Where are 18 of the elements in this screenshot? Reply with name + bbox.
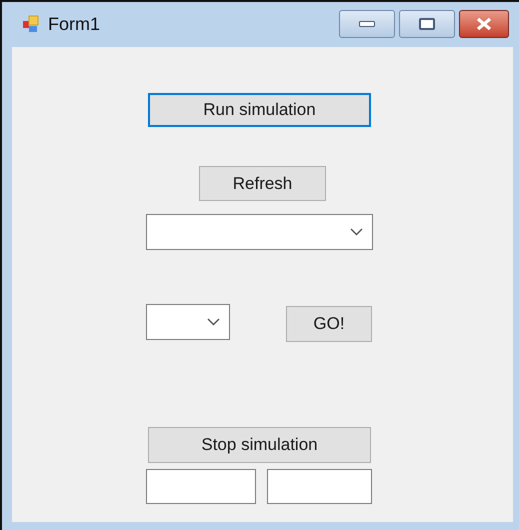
text-field[interactable]: [267, 469, 372, 504]
maximize-icon: [419, 18, 435, 30]
chevron-down-icon: [350, 228, 363, 236]
go-button[interactable]: GO!: [286, 306, 372, 342]
dropdown[interactable]: [146, 214, 373, 250]
refresh-button[interactable]: Refresh: [199, 166, 326, 201]
small-dropdown[interactable]: [146, 304, 230, 340]
app-icon: [22, 15, 40, 33]
chevron-down-icon: [207, 318, 220, 326]
text-field[interactable]: [146, 469, 256, 504]
maximize-button[interactable]: [399, 10, 455, 38]
stop-simulation-button[interactable]: Stop simulation: [148, 427, 371, 463]
window-title: Form1: [48, 12, 100, 36]
close-icon: [476, 17, 492, 31]
close-button[interactable]: [459, 10, 509, 38]
minimize-button[interactable]: [339, 10, 395, 38]
minimize-icon: [359, 21, 375, 27]
run-simulation-button[interactable]: Run simulation: [148, 93, 371, 127]
